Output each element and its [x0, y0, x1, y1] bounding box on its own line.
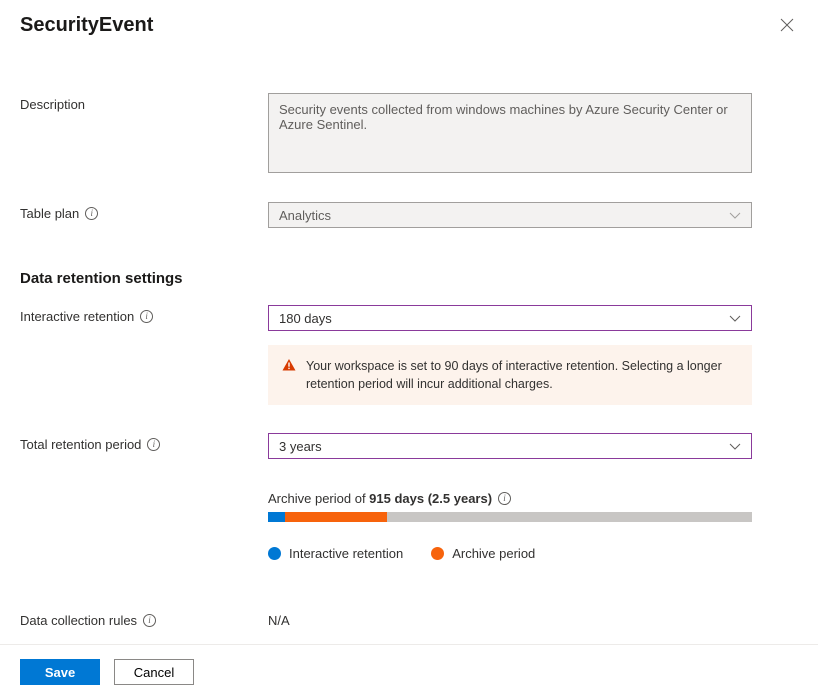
close-button[interactable] [776, 14, 798, 39]
info-icon[interactable]: i [143, 614, 156, 627]
retention-bar-archive [285, 512, 387, 522]
page-title: SecurityEvent [20, 14, 153, 37]
chevron-down-icon [729, 311, 741, 326]
interactive-retention-select[interactable]: 180 days [268, 305, 752, 331]
warning-text: Your workspace is set to 90 days of inte… [306, 357, 738, 393]
retention-bar-interactive [268, 512, 285, 522]
total-retention-value: 3 years [279, 439, 322, 454]
total-retention-label: Total retention period [20, 437, 141, 452]
retention-bar [268, 512, 752, 522]
dot-icon [431, 547, 444, 560]
info-icon[interactable]: i [498, 492, 511, 505]
close-icon [780, 18, 794, 32]
chevron-down-icon [729, 439, 741, 454]
description-label: Description [20, 97, 85, 112]
dot-icon [268, 547, 281, 560]
total-retention-select[interactable]: 3 years [268, 433, 752, 459]
retention-warning: Your workspace is set to 90 days of inte… [268, 345, 752, 405]
legend-interactive: Interactive retention [268, 546, 403, 561]
cancel-button[interactable]: Cancel [114, 659, 194, 685]
interactive-retention-value: 180 days [279, 311, 332, 326]
table-plan-value: Analytics [279, 208, 331, 223]
table-plan-label: Table plan [20, 206, 79, 221]
save-button[interactable]: Save [20, 659, 100, 685]
info-icon[interactable]: i [147, 438, 160, 451]
archive-period-label: Archive period of 915 days (2.5 years) i [268, 491, 752, 506]
chevron-down-icon [729, 208, 741, 223]
warning-icon [282, 358, 296, 375]
table-plan-select: Analytics [268, 202, 752, 228]
interactive-retention-label: Interactive retention [20, 309, 134, 324]
retention-settings-heading: Data retention settings [20, 270, 798, 287]
info-icon[interactable]: i [85, 207, 98, 220]
legend-archive: Archive period [431, 546, 535, 561]
data-collection-label: Data collection rules [20, 613, 137, 628]
info-icon[interactable]: i [140, 310, 153, 323]
data-collection-value: N/A [268, 613, 290, 628]
description-textarea: Security events collected from windows m… [268, 93, 752, 173]
